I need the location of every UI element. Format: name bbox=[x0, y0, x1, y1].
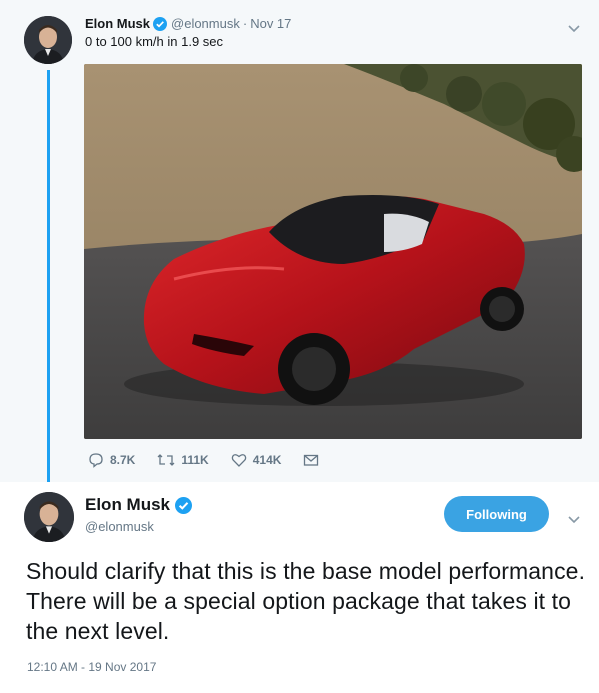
like-count: 414K bbox=[252, 453, 282, 467]
like-button[interactable]: 414K bbox=[231, 452, 282, 468]
verified-badge-icon bbox=[153, 17, 168, 31]
tweet-timestamp[interactable]: 12:10 AM - 19 Nov 2017 bbox=[27, 660, 156, 674]
tweet-text: 0 to 100 km/h in 1.9 sec bbox=[85, 34, 224, 49]
following-button[interactable]: Following bbox=[444, 496, 549, 532]
tweet-page: Elon Musk @elonmusk · Nov 17 0 to 100 km… bbox=[0, 0, 599, 693]
verified-badge-icon bbox=[175, 496, 193, 514]
author-handle[interactable]: @elonmusk bbox=[85, 519, 154, 534]
retweet-count: 111K bbox=[181, 453, 209, 467]
avatar[interactable] bbox=[24, 492, 74, 542]
chevron-down-icon[interactable] bbox=[566, 511, 582, 527]
retweet-icon bbox=[157, 454, 175, 466]
thread-connector-line bbox=[47, 70, 50, 482]
parent-tweet[interactable]: Elon Musk @elonmusk · Nov 17 0 to 100 km… bbox=[0, 0, 599, 482]
author-name[interactable]: Elon Musk bbox=[85, 495, 170, 515]
heart-icon bbox=[231, 454, 247, 467]
main-tweet[interactable]: Elon Musk @elonmusk Following Should cla… bbox=[0, 482, 599, 693]
envelope-icon bbox=[304, 454, 319, 466]
tweet-text: Should clarify that this is the base mod… bbox=[26, 558, 586, 644]
author-name[interactable]: Elon Musk bbox=[85, 15, 150, 33]
avatar[interactable] bbox=[24, 16, 72, 64]
tweet-photo[interactable] bbox=[84, 64, 582, 439]
separator-dot: · bbox=[242, 16, 248, 31]
tweet-header: Elon Musk @elonmusk · Nov 17 bbox=[85, 15, 291, 33]
author-name-row: Elon Musk bbox=[85, 495, 196, 515]
chevron-down-icon[interactable] bbox=[566, 20, 582, 36]
retweet-button[interactable]: 111K bbox=[157, 452, 209, 468]
tweet-date[interactable]: Nov 17 bbox=[250, 15, 291, 33]
reply-button[interactable]: 8.7K bbox=[88, 452, 135, 468]
reply-icon bbox=[89, 453, 103, 468]
direct-message-button[interactable] bbox=[303, 453, 325, 467]
author-handle[interactable]: @elonmusk bbox=[171, 15, 240, 33]
tweet-actions: 8.7K 111K 414K bbox=[88, 452, 347, 468]
reply-count: 8.7K bbox=[110, 453, 136, 467]
